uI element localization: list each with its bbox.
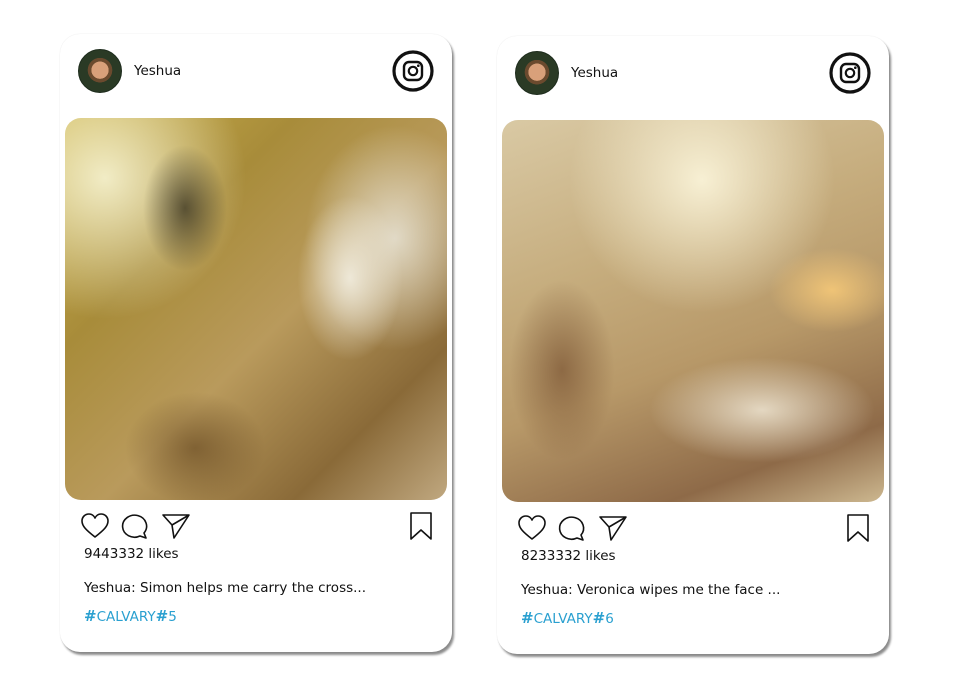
hashtag-number: 6 — [605, 611, 614, 627]
post-caption: Yeshua: Simon helps me carry the cross..… — [84, 580, 367, 596]
hashtag-number: 5 — [168, 609, 177, 625]
username[interactable]: Yeshua — [134, 63, 181, 79]
share-icon[interactable] — [598, 513, 628, 543]
post-card: Yeshua 8233332 likes Yeshua: Veronica wi… — [497, 36, 889, 654]
likes-count[interactable]: 8233332 likes — [521, 548, 616, 564]
likes-count[interactable]: 9443332 likes — [84, 546, 179, 562]
bookmark-icon[interactable] — [843, 513, 873, 543]
post-photo[interactable] — [502, 120, 884, 502]
heart-icon[interactable] — [517, 513, 547, 543]
comment-icon[interactable] — [120, 511, 150, 541]
instagram-icon[interactable] — [829, 52, 871, 94]
hashtag-line[interactable]: #CALVARY#5 — [84, 607, 177, 625]
post-photo[interactable] — [65, 118, 447, 500]
hashtag-symbol: # — [155, 607, 169, 625]
hashtag-word: CALVARY — [96, 609, 156, 625]
hashtag-word: CALVARY — [533, 611, 593, 627]
hashtag-symbol: # — [592, 609, 606, 627]
hashtag-symbol: # — [521, 609, 534, 627]
hashtag-symbol: # — [84, 607, 97, 625]
hashtag-line[interactable]: #CALVARY#6 — [521, 609, 614, 627]
username[interactable]: Yeshua — [571, 65, 618, 81]
post-card: Yeshua 9443332 likes Yeshua: Simon helps… — [60, 34, 452, 652]
comment-icon[interactable] — [557, 513, 587, 543]
avatar[interactable] — [515, 51, 559, 95]
avatar[interactable] — [78, 49, 122, 93]
share-icon[interactable] — [161, 511, 191, 541]
instagram-icon[interactable] — [392, 50, 434, 92]
bookmark-icon[interactable] — [406, 511, 436, 541]
post-caption: Yeshua: Veronica wipes me the face ... — [521, 582, 781, 598]
heart-icon[interactable] — [80, 511, 110, 541]
